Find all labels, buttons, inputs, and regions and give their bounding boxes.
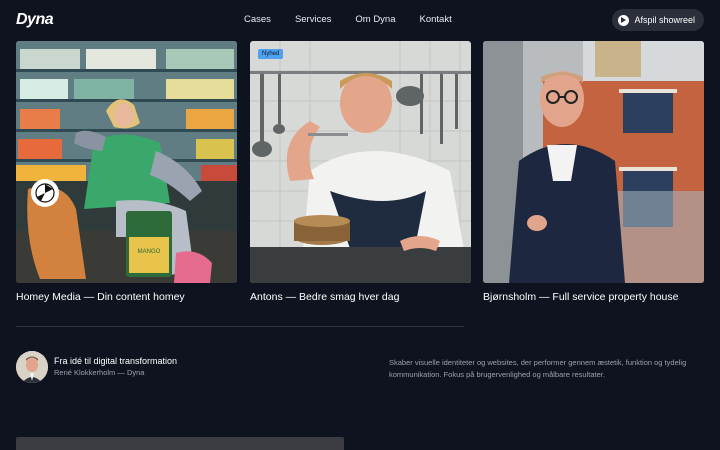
dyna-logo[interactable]: Dyna [16, 11, 54, 29]
case-caption[interactable]: Antons — Bedre smag hver dag [250, 291, 471, 303]
section-divider [16, 326, 464, 327]
case-image-antons[interactable]: Nyhed [250, 41, 471, 283]
about-title: Fra idé til digital transformation [54, 356, 178, 366]
showreel-button[interactable]: Afspil showreel [612, 9, 704, 31]
case-card-antons[interactable]: Nyhed Antons — Bedre smag hver dag [250, 41, 471, 303]
case-card-homey-media[interactable]: MANGO Homey Media — Din content homey [16, 41, 237, 303]
next-section-image [16, 437, 344, 450]
news-badge: Nyhed [258, 49, 284, 59]
case-caption[interactable]: Bjørnsholm — Full service property house [483, 291, 704, 303]
case-card-bjornsholm[interactable]: Bjørnsholm — Full service property house [483, 41, 704, 303]
case-image-homey-media[interactable]: MANGO [16, 41, 237, 283]
avatar [16, 351, 48, 383]
play-icon [618, 14, 630, 26]
about-subtitle: René Klokkerholm — Dyna [54, 368, 145, 377]
product-text: MANGO [138, 249, 161, 255]
cursor-icon [31, 179, 59, 207]
nav-services[interactable]: Services [295, 14, 331, 25]
case-image-bjornsholm[interactable] [483, 41, 704, 283]
case-caption[interactable]: Homey Media — Din content homey [16, 291, 237, 303]
main-nav: Cases Services Om Dyna Kontakt [244, 14, 476, 25]
about-description: Skaber visuelle identiteter og websites,… [389, 358, 687, 379]
nav-om-dyna[interactable]: Om Dyna [355, 14, 395, 25]
showreel-label: Afspil showreel [634, 15, 695, 25]
nav-kontakt[interactable]: Kontakt [420, 14, 452, 25]
nav-cases[interactable]: Cases [244, 14, 271, 25]
